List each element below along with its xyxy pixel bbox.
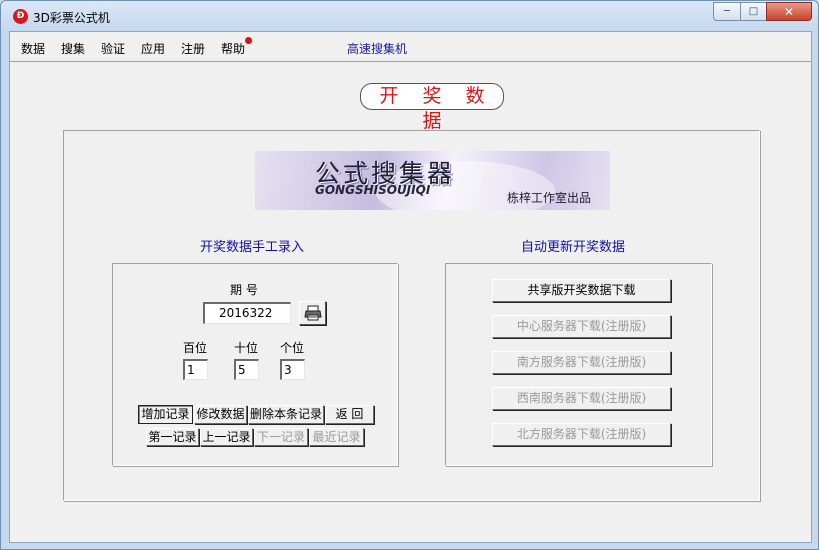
- banner-pinyin: GONGSHISOUJIQI: [315, 183, 431, 197]
- prev-record-button[interactable]: 上一记录: [200, 428, 253, 446]
- first-record-button[interactable]: 第一记录: [146, 428, 199, 446]
- menu-register[interactable]: 注册: [181, 40, 205, 57]
- page-title: 开 奖 数 据: [360, 83, 504, 132]
- shared-data-download-button[interactable]: 共享版开奖数据下载: [492, 279, 671, 302]
- edit-data-button[interactable]: 修改数据: [194, 405, 247, 424]
- printer-icon: [303, 305, 322, 321]
- north-server-download-button[interactable]: 北方服务器下载(注册版): [492, 423, 671, 446]
- manual-entry-title: 开奖数据手工录入: [200, 240, 305, 255]
- hundreds-input[interactable]: 1: [183, 359, 208, 380]
- period-input[interactable]: 2016322: [203, 302, 291, 324]
- menu-verify[interactable]: 验证: [101, 40, 125, 57]
- tens-label: 十位: [234, 341, 259, 355]
- banner-image: 公式搜集器 GONGSHISOUJIQI 栋梓工作室出品: [255, 151, 610, 210]
- ones-label: 个位: [280, 341, 305, 355]
- print-button[interactable]: [299, 301, 326, 325]
- auto-update-title: 自动更新开奖数据: [521, 240, 626, 255]
- menu-collect[interactable]: 搜集: [61, 40, 85, 57]
- return-button[interactable]: 返 回: [325, 405, 374, 424]
- title-bar: Ð 3D彩票公式机 ─ □ ✕: [1, 1, 818, 31]
- menu-help[interactable]: 帮助: [221, 40, 245, 57]
- delete-record-button[interactable]: 删除本条记录: [248, 405, 324, 424]
- maximize-button[interactable]: □: [740, 2, 766, 21]
- menu-bar: 数据 搜集 验证 应用 注册 帮助 高速搜集机: [10, 32, 811, 62]
- south-server-download-button[interactable]: 南方服务器下载(注册版): [492, 351, 671, 374]
- central-server-download-button[interactable]: 中心服务器下载(注册版): [492, 315, 671, 338]
- banner-credit: 栋梓工作室出品: [507, 191, 592, 205]
- minimize-button[interactable]: ─: [713, 2, 740, 21]
- period-label: 期 号: [230, 283, 258, 297]
- menu-data[interactable]: 数据: [21, 40, 45, 57]
- ones-input[interactable]: 3: [280, 359, 305, 380]
- latest-record-button[interactable]: 最近记录: [309, 428, 364, 446]
- hundreds-label: 百位: [183, 341, 208, 355]
- window-title: 3D彩票公式机: [33, 11, 110, 25]
- add-record-button[interactable]: 增加记录: [138, 405, 193, 424]
- tens-input[interactable]: 5: [234, 359, 259, 380]
- client-area: 数据 搜集 验证 应用 注册 帮助 高速搜集机 开 奖 数 据 公式搜集器 GO…: [9, 31, 812, 543]
- app-icon: Ð: [13, 9, 28, 24]
- next-record-button[interactable]: 下一记录: [254, 428, 308, 446]
- menu-fast-collector[interactable]: 高速搜集机: [347, 40, 407, 57]
- notification-dot: [245, 37, 252, 44]
- close-button[interactable]: ✕: [766, 2, 812, 21]
- southwest-server-download-button[interactable]: 西南服务器下载(注册版): [492, 387, 671, 410]
- app-window: Ð 3D彩票公式机 ─ □ ✕ 数据 搜集 验证 应用 注册 帮助 高速搜集机 …: [0, 0, 819, 550]
- menu-apply[interactable]: 应用: [141, 40, 165, 57]
